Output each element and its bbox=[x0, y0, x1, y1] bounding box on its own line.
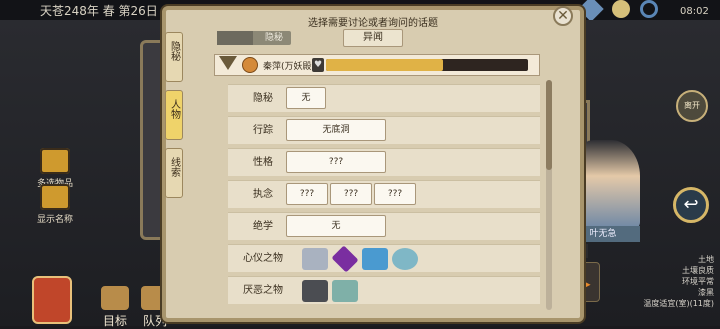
collapse-triangle-icon[interactable] bbox=[219, 56, 237, 70]
info-row-personality: 性格 ??? bbox=[228, 148, 540, 176]
value-chip[interactable]: ??? bbox=[330, 183, 372, 205]
tab-label: 隐秘 bbox=[168, 41, 180, 61]
target-icon bbox=[101, 286, 129, 310]
info-line: 环境平常 bbox=[682, 277, 714, 286]
tab-label: 线索 bbox=[168, 157, 180, 177]
row-label: 厌恶之物 bbox=[243, 285, 283, 296]
tab-label: 人物 bbox=[168, 99, 180, 119]
row-label: 心仪之物 bbox=[243, 253, 283, 264]
info-row-skill: 绝学 无 bbox=[228, 212, 540, 240]
value-chip[interactable]: 无 bbox=[286, 215, 386, 237]
tab-people-vertical[interactable]: 人物 bbox=[165, 90, 183, 140]
info-line: 土地 bbox=[698, 255, 714, 264]
cloth-icon[interactable] bbox=[362, 248, 388, 270]
value-chip[interactable]: 无 bbox=[286, 87, 326, 109]
tab-secret[interactable]: 隐秘 bbox=[217, 31, 291, 45]
eye-icon bbox=[40, 184, 70, 210]
avatar bbox=[242, 57, 258, 73]
back-button[interactable]: ↩ bbox=[673, 187, 709, 223]
multi-select-icon bbox=[40, 148, 70, 174]
info-line: 漆黑 bbox=[698, 288, 714, 297]
value-chip[interactable]: ??? bbox=[286, 151, 386, 173]
favor-bar-fill bbox=[326, 59, 444, 71]
tab-secret-swatch bbox=[217, 31, 253, 45]
info-line: 土壤良质 bbox=[682, 266, 714, 275]
heart-icon: ♥ bbox=[312, 58, 324, 72]
leave-button[interactable]: 离开 bbox=[676, 90, 708, 122]
info-line: 温度适宜(室)(11度) bbox=[643, 299, 714, 308]
silver-ingot-icon[interactable] bbox=[302, 248, 328, 270]
info-row-liked-items: 心仪之物 bbox=[228, 244, 540, 273]
tab-clues-vertical[interactable]: 线索 bbox=[165, 148, 183, 198]
game-date: 天苍248年 春 第26日 bbox=[40, 4, 158, 18]
scroll-icon[interactable] bbox=[332, 280, 358, 302]
value-chip[interactable]: 无底洞 bbox=[286, 119, 386, 141]
plate-icon[interactable] bbox=[392, 248, 418, 270]
character-name: 秦萍(万妖殿) bbox=[263, 62, 316, 72]
terrain-info: 土地 土壤良质 环境平常 漆黑 温度适宜(室)(11度) bbox=[634, 254, 714, 309]
tab-yiwen[interactable]: 异闻 bbox=[343, 29, 403, 47]
dialog-title: 选择需要讨论或者询问的话题 bbox=[308, 18, 438, 29]
battery-time: 08:02 bbox=[680, 6, 709, 17]
gourd-icon[interactable] bbox=[32, 276, 72, 324]
show-names-button[interactable]: 显示名称 bbox=[34, 184, 76, 225]
info-row-secret: 隐秘 无 bbox=[228, 84, 540, 112]
tab-secret-vertical[interactable]: 隐秘 bbox=[165, 32, 183, 82]
value-chip[interactable]: ??? bbox=[374, 183, 416, 205]
target-label: 目标 bbox=[102, 314, 127, 328]
info-row-location: 行踪 无底洞 bbox=[228, 116, 540, 144]
multi-select-button[interactable]: 多选物品 bbox=[34, 148, 76, 189]
tab-secret-label: 隐秘 bbox=[264, 33, 283, 43]
iron-block-icon[interactable] bbox=[302, 280, 328, 302]
gear-icon[interactable] bbox=[640, 0, 658, 18]
close-button[interactable]: ✕ bbox=[553, 6, 573, 26]
value-chip[interactable]: ??? bbox=[286, 183, 328, 205]
flower-icon[interactable] bbox=[612, 0, 630, 18]
purple-gem-icon[interactable] bbox=[331, 245, 359, 273]
info-row-disliked-items: 厌恶之物 bbox=[228, 276, 540, 304]
target-button[interactable]: 目标 bbox=[98, 286, 132, 329]
info-row-obsession: 执念 ??? ??? ??? bbox=[228, 180, 540, 208]
dialog-scrollbar-thumb[interactable] bbox=[546, 80, 552, 170]
show-names-label: 显示名称 bbox=[36, 215, 73, 225]
